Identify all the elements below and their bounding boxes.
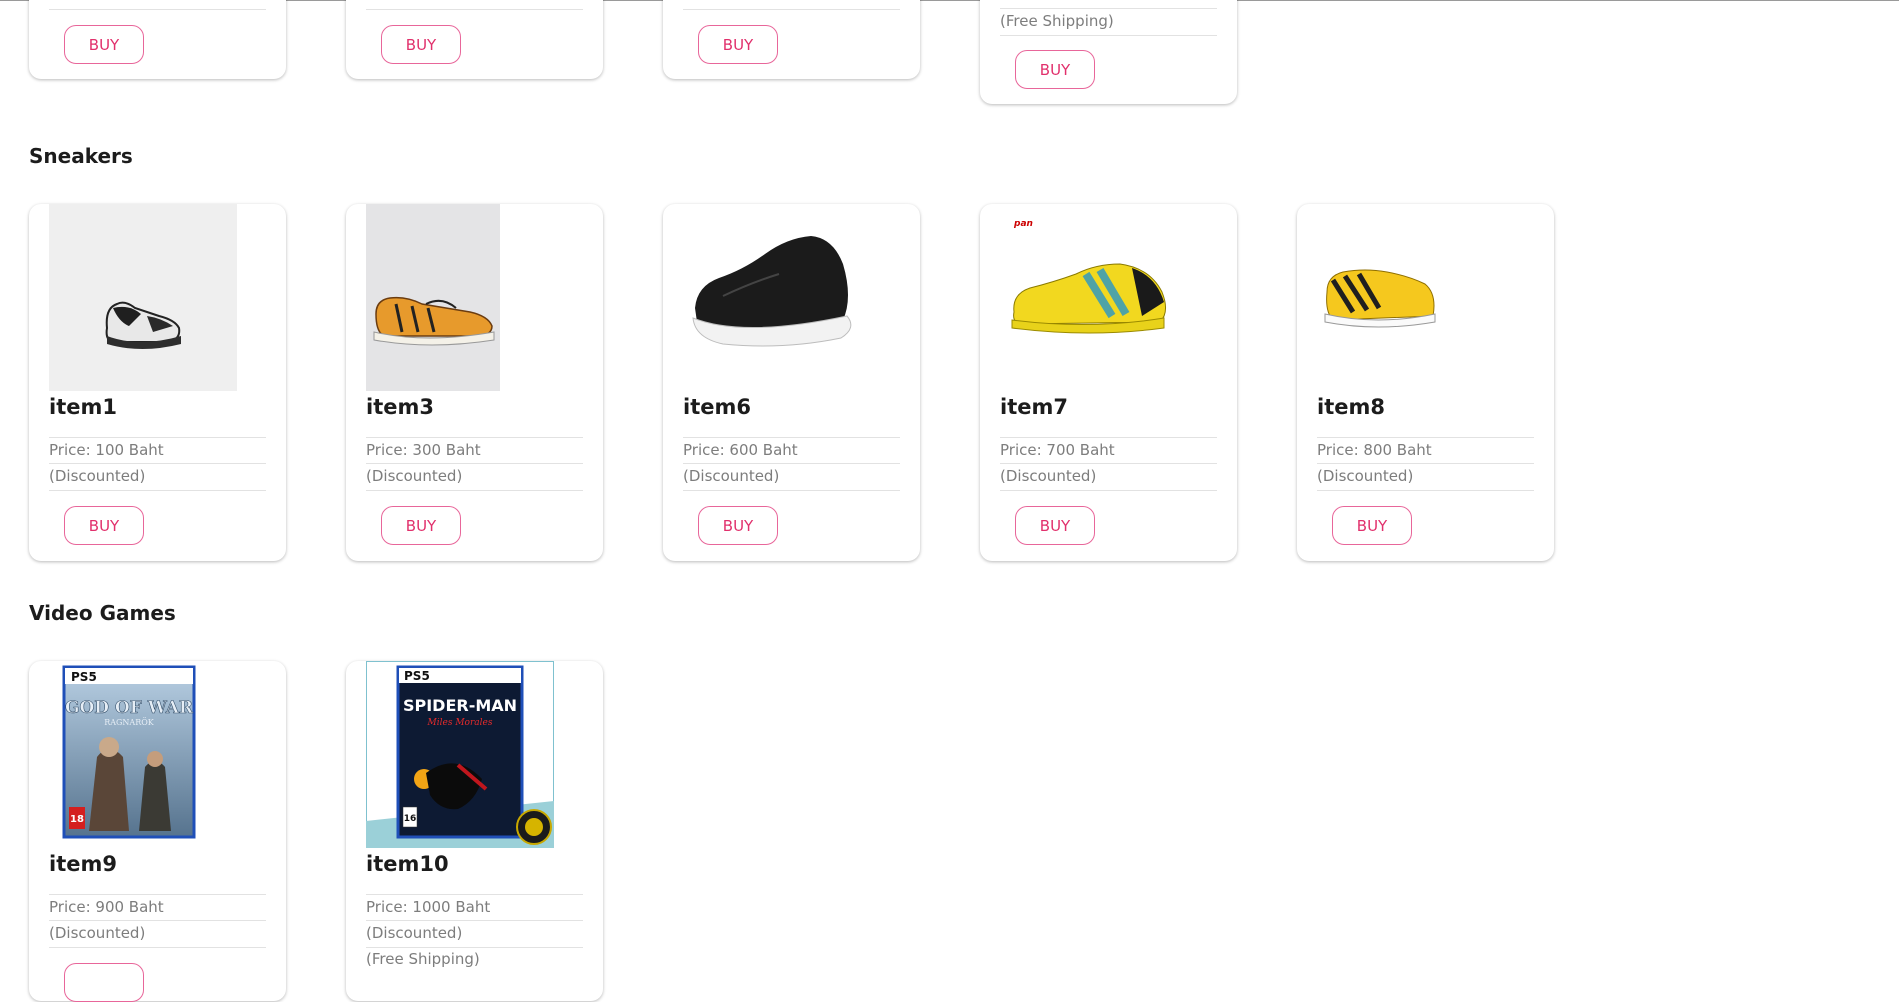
product-image xyxy=(683,204,871,391)
age-rating: 16 xyxy=(404,814,417,824)
buy-button[interactable]: BUY xyxy=(698,506,778,545)
divider xyxy=(683,9,900,10)
product-name: item1 xyxy=(49,395,117,419)
ps5-logo: PS5 xyxy=(404,669,430,683)
divider xyxy=(49,437,266,438)
divider xyxy=(366,437,583,438)
buy-button[interactable]: BUY xyxy=(1332,506,1412,545)
buy-button[interactable]: BUY xyxy=(64,25,144,64)
section-title-video-games: Video Games xyxy=(29,601,176,625)
product-image: PS5 SPIDER-MAN Miles Morales 16 xyxy=(365,660,555,849)
buy-button[interactable]: BUY xyxy=(1015,506,1095,545)
divider xyxy=(1000,463,1217,464)
discount-label: (Discounted) xyxy=(49,924,146,942)
discount-label: (Discounted) xyxy=(1317,467,1414,485)
product-name: item6 xyxy=(683,395,751,419)
section-title-sneakers: Sneakers xyxy=(29,144,133,168)
cover-title: GOD OF WAR xyxy=(65,698,194,718)
buy-button[interactable]: BUY xyxy=(698,25,778,64)
divider xyxy=(49,947,266,948)
product-name: item7 xyxy=(1000,395,1068,419)
divider xyxy=(1000,35,1217,36)
divider xyxy=(1000,490,1217,491)
product-image: pan xyxy=(1000,204,1188,391)
buy-button[interactable] xyxy=(64,963,144,1002)
product-price: Price: 300 Baht xyxy=(366,441,481,459)
product-price: Price: 800 Baht xyxy=(1317,441,1432,459)
buy-button[interactable]: BUY xyxy=(381,25,461,64)
discount-label: (Discounted) xyxy=(366,467,463,485)
divider xyxy=(366,894,583,895)
product-card: BUY xyxy=(346,0,603,79)
buy-button[interactable]: BUY xyxy=(381,506,461,545)
product-name: item8 xyxy=(1317,395,1385,419)
divider xyxy=(683,490,900,491)
product-card: item3 Price: 300 Baht (Discounted) BUY xyxy=(346,204,603,561)
free-shipping-label: (Free Shipping) xyxy=(1000,12,1114,30)
divider xyxy=(366,9,583,10)
divider xyxy=(1317,490,1534,491)
ps5-logo: PS5 xyxy=(71,670,97,684)
product-image: PS5 GOD OF WAR RAGNARÖK 18 xyxy=(49,661,237,848)
divider xyxy=(49,894,266,895)
product-price: Price: 700 Baht xyxy=(1000,441,1115,459)
discount-label: (Discounted) xyxy=(49,467,146,485)
product-card: PS5 SPIDER-MAN Miles Morales 16 item10 P… xyxy=(346,660,603,1001)
product-card: pan item7 Price: 700 Baht (Discounted) B… xyxy=(980,204,1237,561)
product-card: BUY xyxy=(29,0,286,79)
product-card: item1 Price: 100 Baht (Discounted) BUY xyxy=(29,204,286,561)
product-card: BUY xyxy=(663,0,920,79)
product-image xyxy=(49,204,237,391)
product-image xyxy=(1317,204,1505,391)
product-name: item3 xyxy=(366,395,434,419)
divider xyxy=(49,920,266,921)
divider xyxy=(366,463,583,464)
divider xyxy=(366,947,583,948)
product-name: item9 xyxy=(49,852,117,876)
discount-label: (Discounted) xyxy=(683,467,780,485)
discount-label: (Discounted) xyxy=(1000,467,1097,485)
cover-title: SPIDER-MAN xyxy=(403,696,517,715)
product-image xyxy=(366,204,500,391)
brand-logo: pan xyxy=(1013,219,1033,229)
divider xyxy=(366,490,583,491)
divider xyxy=(1317,437,1534,438)
product-price: Price: 100 Baht xyxy=(49,441,164,459)
divider xyxy=(1000,437,1217,438)
divider xyxy=(1000,8,1217,9)
divider xyxy=(49,490,266,491)
product-card: item6 Price: 600 Baht (Discounted) BUY xyxy=(663,204,920,561)
buy-button[interactable]: BUY xyxy=(64,506,144,545)
product-card: PS5 GOD OF WAR RAGNARÖK 18 item9 Price: … xyxy=(29,661,286,1002)
divider xyxy=(683,463,900,464)
discount-label: (Discounted) xyxy=(366,924,463,942)
product-card: item8 Price: 800 Baht (Discounted) BUY xyxy=(1297,204,1554,561)
product-name: item10 xyxy=(366,852,449,876)
divider xyxy=(683,437,900,438)
product-card: (Free Shipping) BUY xyxy=(980,0,1237,104)
cover-subtitle: Miles Morales xyxy=(427,718,493,728)
divider xyxy=(49,9,266,10)
divider xyxy=(366,920,583,921)
free-shipping-label: (Free Shipping) xyxy=(366,950,480,968)
product-price: Price: 600 Baht xyxy=(683,441,798,459)
cover-subtitle: RAGNARÖK xyxy=(104,718,155,727)
divider xyxy=(1317,463,1534,464)
product-price: Price: 900 Baht xyxy=(49,898,164,916)
buy-button[interactable]: BUY xyxy=(1015,50,1095,89)
age-rating: 18 xyxy=(70,814,84,825)
divider xyxy=(49,463,266,464)
product-price: Price: 1000 Baht xyxy=(366,898,491,916)
